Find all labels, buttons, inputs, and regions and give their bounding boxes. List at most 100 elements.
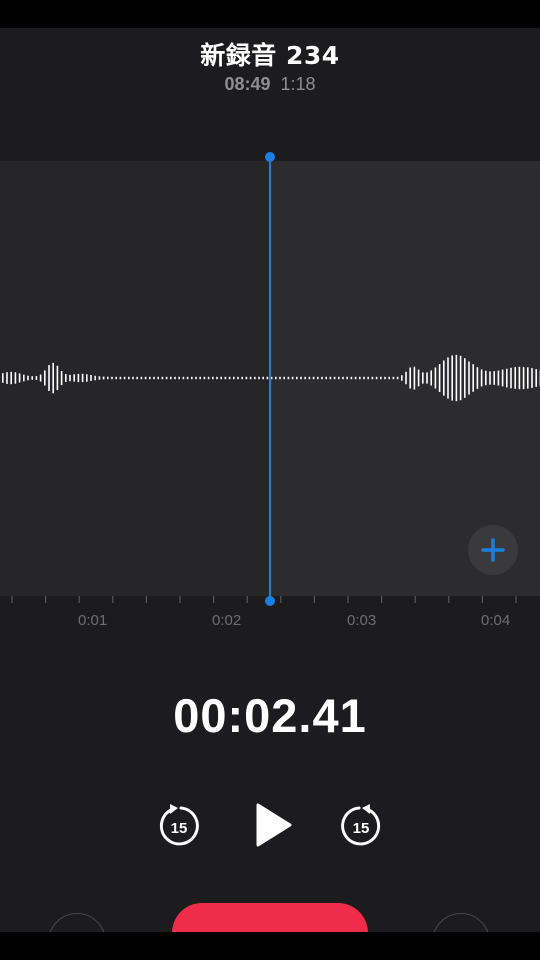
waveform-bar bbox=[405, 371, 407, 385]
waveform-bar bbox=[476, 367, 479, 389]
waveform-bar bbox=[233, 376, 235, 380]
waveform-bar bbox=[354, 376, 357, 380]
waveform-bar bbox=[434, 367, 437, 389]
waveform-bar bbox=[31, 376, 33, 380]
waveform-bar bbox=[510, 367, 512, 389]
voice-memo-screen: 新録音 234 08:49 1:18 0:01 0:02 0:03 0:04 00… bbox=[0, 28, 540, 932]
add-marker-button[interactable] bbox=[468, 525, 518, 575]
waveform-bar bbox=[157, 376, 159, 380]
waveform-bar bbox=[107, 376, 109, 380]
timeline-ruler[interactable]: 0:01 0:02 0:03 0:04 bbox=[0, 596, 540, 636]
waveform-bar bbox=[241, 376, 243, 380]
waveform-bar bbox=[207, 376, 210, 380]
waveform-bar bbox=[535, 369, 537, 387]
waveform-bar bbox=[317, 376, 319, 380]
waveform-bar bbox=[417, 369, 420, 387]
waveform-bar bbox=[308, 376, 311, 380]
record-button[interactable] bbox=[172, 903, 368, 932]
waveform-bar bbox=[111, 376, 113, 380]
waveform-bar bbox=[485, 370, 487, 386]
edit-options-button[interactable] bbox=[48, 913, 106, 932]
waveform-bar bbox=[224, 376, 227, 380]
play-icon bbox=[256, 803, 292, 847]
tick-label: 0:04 bbox=[481, 612, 511, 629]
waveform-bar bbox=[459, 355, 462, 401]
skip-back-15-icon: 15 bbox=[159, 804, 199, 846]
waveform-bar bbox=[254, 376, 256, 380]
waveform-bar bbox=[170, 376, 172, 380]
waveform-bar bbox=[245, 376, 248, 380]
waveform-bar bbox=[291, 376, 294, 380]
waveform-bar bbox=[514, 367, 516, 389]
waveform-bar bbox=[359, 376, 361, 380]
skip-forward-button[interactable]: 15 bbox=[338, 803, 384, 849]
timeline-ticks bbox=[11, 596, 517, 603]
waveform-bar bbox=[392, 376, 395, 380]
waveform-bar bbox=[396, 376, 399, 380]
waveform-bar bbox=[237, 376, 239, 380]
playhead[interactable] bbox=[269, 156, 271, 601]
waveform-bar bbox=[102, 376, 105, 380]
trim-button[interactable] bbox=[432, 913, 490, 932]
waveform-bar bbox=[518, 366, 521, 390]
waveform-bar bbox=[153, 376, 155, 380]
waveform-bar bbox=[44, 370, 46, 386]
waveform-bar bbox=[69, 374, 71, 382]
waveform-bar bbox=[149, 376, 151, 380]
waveform-bar bbox=[493, 371, 495, 385]
waveform-bar bbox=[522, 366, 525, 390]
playhead-top-handle[interactable] bbox=[265, 152, 275, 162]
waveform-bar bbox=[140, 376, 143, 380]
waveform-bar bbox=[304, 376, 306, 380]
recorded-time: 08:49 bbox=[224, 74, 271, 94]
waveform-bar bbox=[182, 376, 185, 380]
waveform-bar bbox=[14, 372, 17, 384]
current-time: 00:02.41 bbox=[173, 689, 367, 742]
recording-meta: 08:49 1:18 bbox=[0, 74, 540, 95]
waveform-bar bbox=[132, 376, 134, 380]
waveform-bar bbox=[375, 376, 378, 380]
waveform-bar bbox=[472, 364, 474, 392]
waveform-bar bbox=[258, 376, 260, 380]
waveform-bar bbox=[228, 376, 231, 380]
waveform-bar bbox=[220, 376, 222, 380]
waveform-bar bbox=[123, 376, 126, 380]
waveform-bar bbox=[212, 376, 214, 380]
waveform-bar bbox=[81, 373, 84, 383]
waveform-bar bbox=[367, 376, 369, 380]
waveform-bar bbox=[338, 376, 340, 380]
plus-icon bbox=[481, 538, 505, 562]
waveform-bar bbox=[497, 370, 500, 386]
recording-title[interactable]: 新録音 234 bbox=[0, 36, 540, 72]
waveform-bar bbox=[430, 370, 432, 386]
waveform-bar bbox=[52, 362, 54, 394]
waveform-bar bbox=[279, 376, 281, 380]
waveform-bar bbox=[119, 376, 122, 380]
waveform-bar bbox=[422, 372, 424, 384]
waveform-bar bbox=[35, 376, 38, 380]
waveform-bar bbox=[451, 355, 453, 401]
waveform-bar bbox=[296, 376, 298, 380]
waveform-bar bbox=[312, 376, 315, 380]
tick-label: 0:01 bbox=[78, 612, 108, 629]
waveform-bar bbox=[10, 371, 12, 385]
waveform-bar bbox=[464, 358, 466, 398]
waveform-bar bbox=[90, 375, 92, 381]
waveform-bar bbox=[6, 372, 8, 384]
waveform-bar bbox=[527, 367, 529, 389]
waveform-bar bbox=[27, 375, 29, 381]
waveform-bar bbox=[443, 360, 445, 396]
waveform-bar bbox=[380, 376, 382, 380]
waveform-bar bbox=[186, 376, 189, 380]
play-button[interactable] bbox=[248, 800, 296, 850]
skip-back-button[interactable]: 15 bbox=[156, 803, 202, 849]
waveform-bar bbox=[144, 376, 147, 380]
waveform-bar bbox=[384, 376, 386, 380]
waveform-bar bbox=[300, 376, 302, 380]
waveform-bar bbox=[275, 376, 277, 380]
waveform-bar bbox=[342, 376, 344, 380]
waveform-bar bbox=[98, 376, 101, 380]
waveform-bar bbox=[426, 372, 428, 384]
waveform-bar bbox=[48, 365, 50, 391]
waveform-bar bbox=[191, 376, 193, 380]
